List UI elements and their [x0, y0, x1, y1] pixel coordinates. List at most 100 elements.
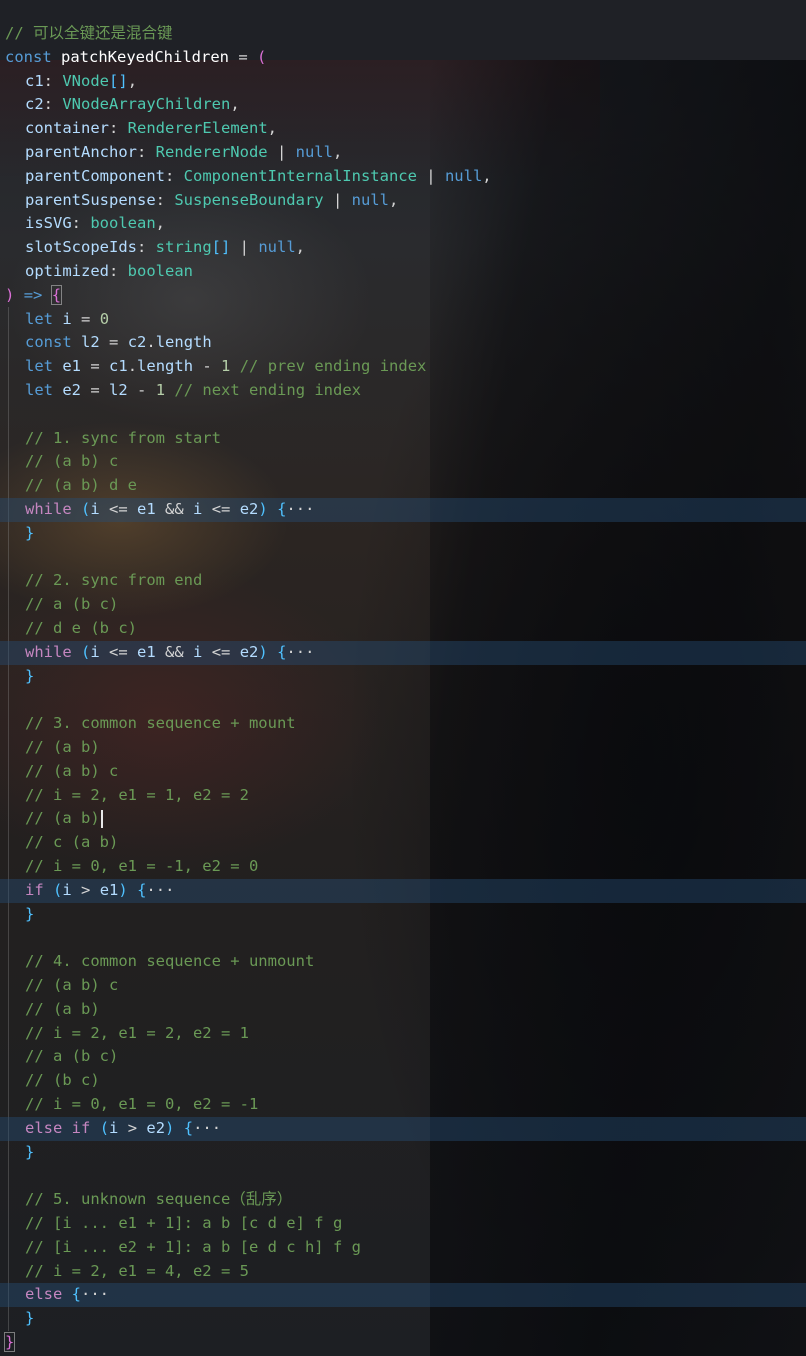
- ellipsis-icon[interactable]: ···: [193, 1119, 221, 1137]
- brace: {: [277, 642, 287, 661]
- code-line[interactable]: // (a b) c: [0, 974, 806, 998]
- code-line[interactable]: // [i ... e2 + 1]: a b [e d c h] f g: [0, 1236, 806, 1260]
- null-literal: null: [258, 238, 296, 257]
- brace: }: [25, 1142, 35, 1161]
- identifier: i: [90, 642, 100, 661]
- code-line[interactable]: // 4. common sequence + unmount: [0, 950, 806, 974]
- code-line[interactable]: // [i ... e1 + 1]: a b [c d e] f g: [0, 1212, 806, 1236]
- param-type: RendererNode: [155, 143, 268, 161]
- folded-code-line[interactable]: if (i > e1) {···: [0, 878, 806, 903]
- ellipsis-icon[interactable]: ···: [286, 500, 314, 518]
- number: 1: [221, 357, 231, 376]
- comment: // 5. unknown sequence（乱序）: [25, 1190, 293, 1209]
- code-line[interactable]: // i = 2, e1 = 2, e2 = 1: [0, 1022, 806, 1046]
- folded-code-line[interactable]: else if (i > e2) {···: [0, 1116, 806, 1141]
- identifier: i: [193, 642, 203, 661]
- number: 0: [99, 309, 110, 328]
- code-line[interactable]: optimized: boolean: [0, 260, 806, 284]
- code-line[interactable]: // 5. unknown sequence（乱序）: [0, 1188, 806, 1212]
- comment: // 4. common sequence + unmount: [25, 952, 315, 971]
- code-line[interactable]: // (a b): [0, 736, 806, 760]
- identifier: e2: [239, 642, 259, 661]
- comment: // (a b) c: [25, 976, 119, 994]
- identifier: e1: [137, 500, 156, 518]
- code-line[interactable]: const l2 = c2.length: [0, 331, 806, 355]
- brace: {: [277, 500, 287, 518]
- code-line[interactable]: }: [0, 1331, 806, 1355]
- identifier: i: [62, 880, 72, 899]
- code-line[interactable]: // 2. sync from end: [0, 569, 806, 593]
- code-line[interactable]: // a (b c): [0, 593, 806, 617]
- code-line[interactable]: }: [0, 1141, 806, 1165]
- code-line[interactable]: // d e (b c): [0, 617, 806, 641]
- code-line[interactable]: let i = 0: [0, 308, 806, 332]
- param-name: parentComponent: [25, 166, 165, 185]
- keyword-while: while: [25, 642, 72, 661]
- null-literal: null: [351, 190, 389, 209]
- folded-code-line[interactable]: else {···: [0, 1283, 806, 1308]
- code-line[interactable]: // i = 0, e1 = 0, e2 = -1: [0, 1093, 806, 1117]
- code-line[interactable]: }: [0, 665, 806, 689]
- comment: // d e (b c): [25, 619, 137, 637]
- code-editor[interactable]: // 可以全键还是混合键 const patchKeyedChildren = …: [0, 0, 806, 1356]
- folded-code-line[interactable]: while (i <= e1 && i <= e2) {···: [0, 640, 806, 665]
- code-line[interactable]: c1: VNode[],: [0, 70, 806, 94]
- code-line[interactable]: parentSuspense: SuspenseBoundary | null,: [0, 189, 806, 213]
- identifier: i: [90, 500, 100, 518]
- code-line[interactable]: // (a b) d e: [0, 474, 806, 498]
- keyword-if: if: [25, 880, 44, 899]
- comment: // (a b): [25, 738, 100, 756]
- identifier: e1: [137, 642, 156, 661]
- keyword-let: let: [25, 309, 53, 328]
- paren: (: [53, 880, 63, 899]
- code-line[interactable]: // i = 2, e1 = 1, e2 = 2: [0, 784, 806, 808]
- comment: // c (a b): [25, 833, 119, 852]
- code-line[interactable]: // (a b) c: [0, 450, 806, 474]
- code-line[interactable]: // (a b): [0, 998, 806, 1022]
- param-name: slotScopeIds: [25, 238, 137, 257]
- param-name: optimized: [25, 262, 109, 280]
- ellipsis-icon[interactable]: ···: [81, 1285, 109, 1303]
- code-line[interactable]: isSVG: boolean,: [0, 212, 806, 236]
- code-line[interactable]: }: [0, 522, 806, 546]
- identifier: c1: [109, 357, 128, 376]
- code-line[interactable]: const patchKeyedChildren = (: [0, 46, 806, 70]
- comment: // i = 2, e1 = 4, e2 = 5: [25, 1261, 249, 1280]
- param-name: parentSuspense: [25, 190, 156, 209]
- code-line[interactable]: }: [0, 1307, 806, 1331]
- code-line[interactable]: ) => {: [0, 284, 806, 308]
- param-name: c2: [25, 95, 44, 114]
- identifier: l2: [109, 381, 128, 399]
- code-line[interactable]: let e1 = c1.length - 1 // prev ending in…: [0, 355, 806, 379]
- comment: // prev ending index: [239, 357, 427, 376]
- code-line[interactable]: // 3. common sequence + mount: [0, 712, 806, 736]
- code-line[interactable]: c2: VNodeArrayChildren,: [0, 93, 806, 117]
- comment: // 可以全键还是混合键: [5, 24, 173, 42]
- bracket: []: [211, 238, 231, 257]
- folded-code-line[interactable]: while (i <= e1 && i <= e2) {···: [0, 498, 806, 522]
- ellipsis-icon[interactable]: ···: [146, 881, 174, 899]
- code-line[interactable]: // (b c): [0, 1069, 806, 1093]
- comment: // i = 0, e1 = 0, e2 = -1: [25, 1095, 259, 1113]
- code-line[interactable]: parentAnchor: RendererNode | null,: [0, 141, 806, 165]
- code-line[interactable]: // (a b) c: [0, 760, 806, 784]
- code-line[interactable]: let e2 = l2 - 1 // next ending index: [0, 379, 806, 403]
- code-line[interactable]: slotScopeIds: string[] | null,: [0, 236, 806, 260]
- code-line[interactable]: // i = 0, e1 = -1, e2 = 0: [0, 855, 806, 879]
- brace: }: [25, 904, 35, 923]
- brace: }: [25, 523, 35, 542]
- code-line[interactable]: }: [0, 903, 806, 927]
- param-type: ComponentInternalInstance: [183, 166, 417, 185]
- code-line[interactable]: // a (b c): [0, 1045, 806, 1069]
- code-line[interactable]: // 1. sync from start: [0, 427, 806, 451]
- code-line[interactable]: parentComponent: ComponentInternalInstan…: [0, 165, 806, 189]
- comment: // (a b): [25, 999, 100, 1018]
- ellipsis-icon[interactable]: ···: [286, 643, 314, 661]
- code-line[interactable]: // c (a b): [0, 831, 806, 855]
- code-line[interactable]: container: RendererElement,: [0, 117, 806, 141]
- keyword-let: let: [25, 381, 53, 399]
- code-line[interactable]: // (a b): [0, 807, 806, 831]
- keyword-else: else: [25, 1285, 63, 1304]
- code-line[interactable]: // 可以全键还是混合键: [0, 22, 806, 46]
- code-line[interactable]: // i = 2, e1 = 4, e2 = 5: [0, 1260, 806, 1284]
